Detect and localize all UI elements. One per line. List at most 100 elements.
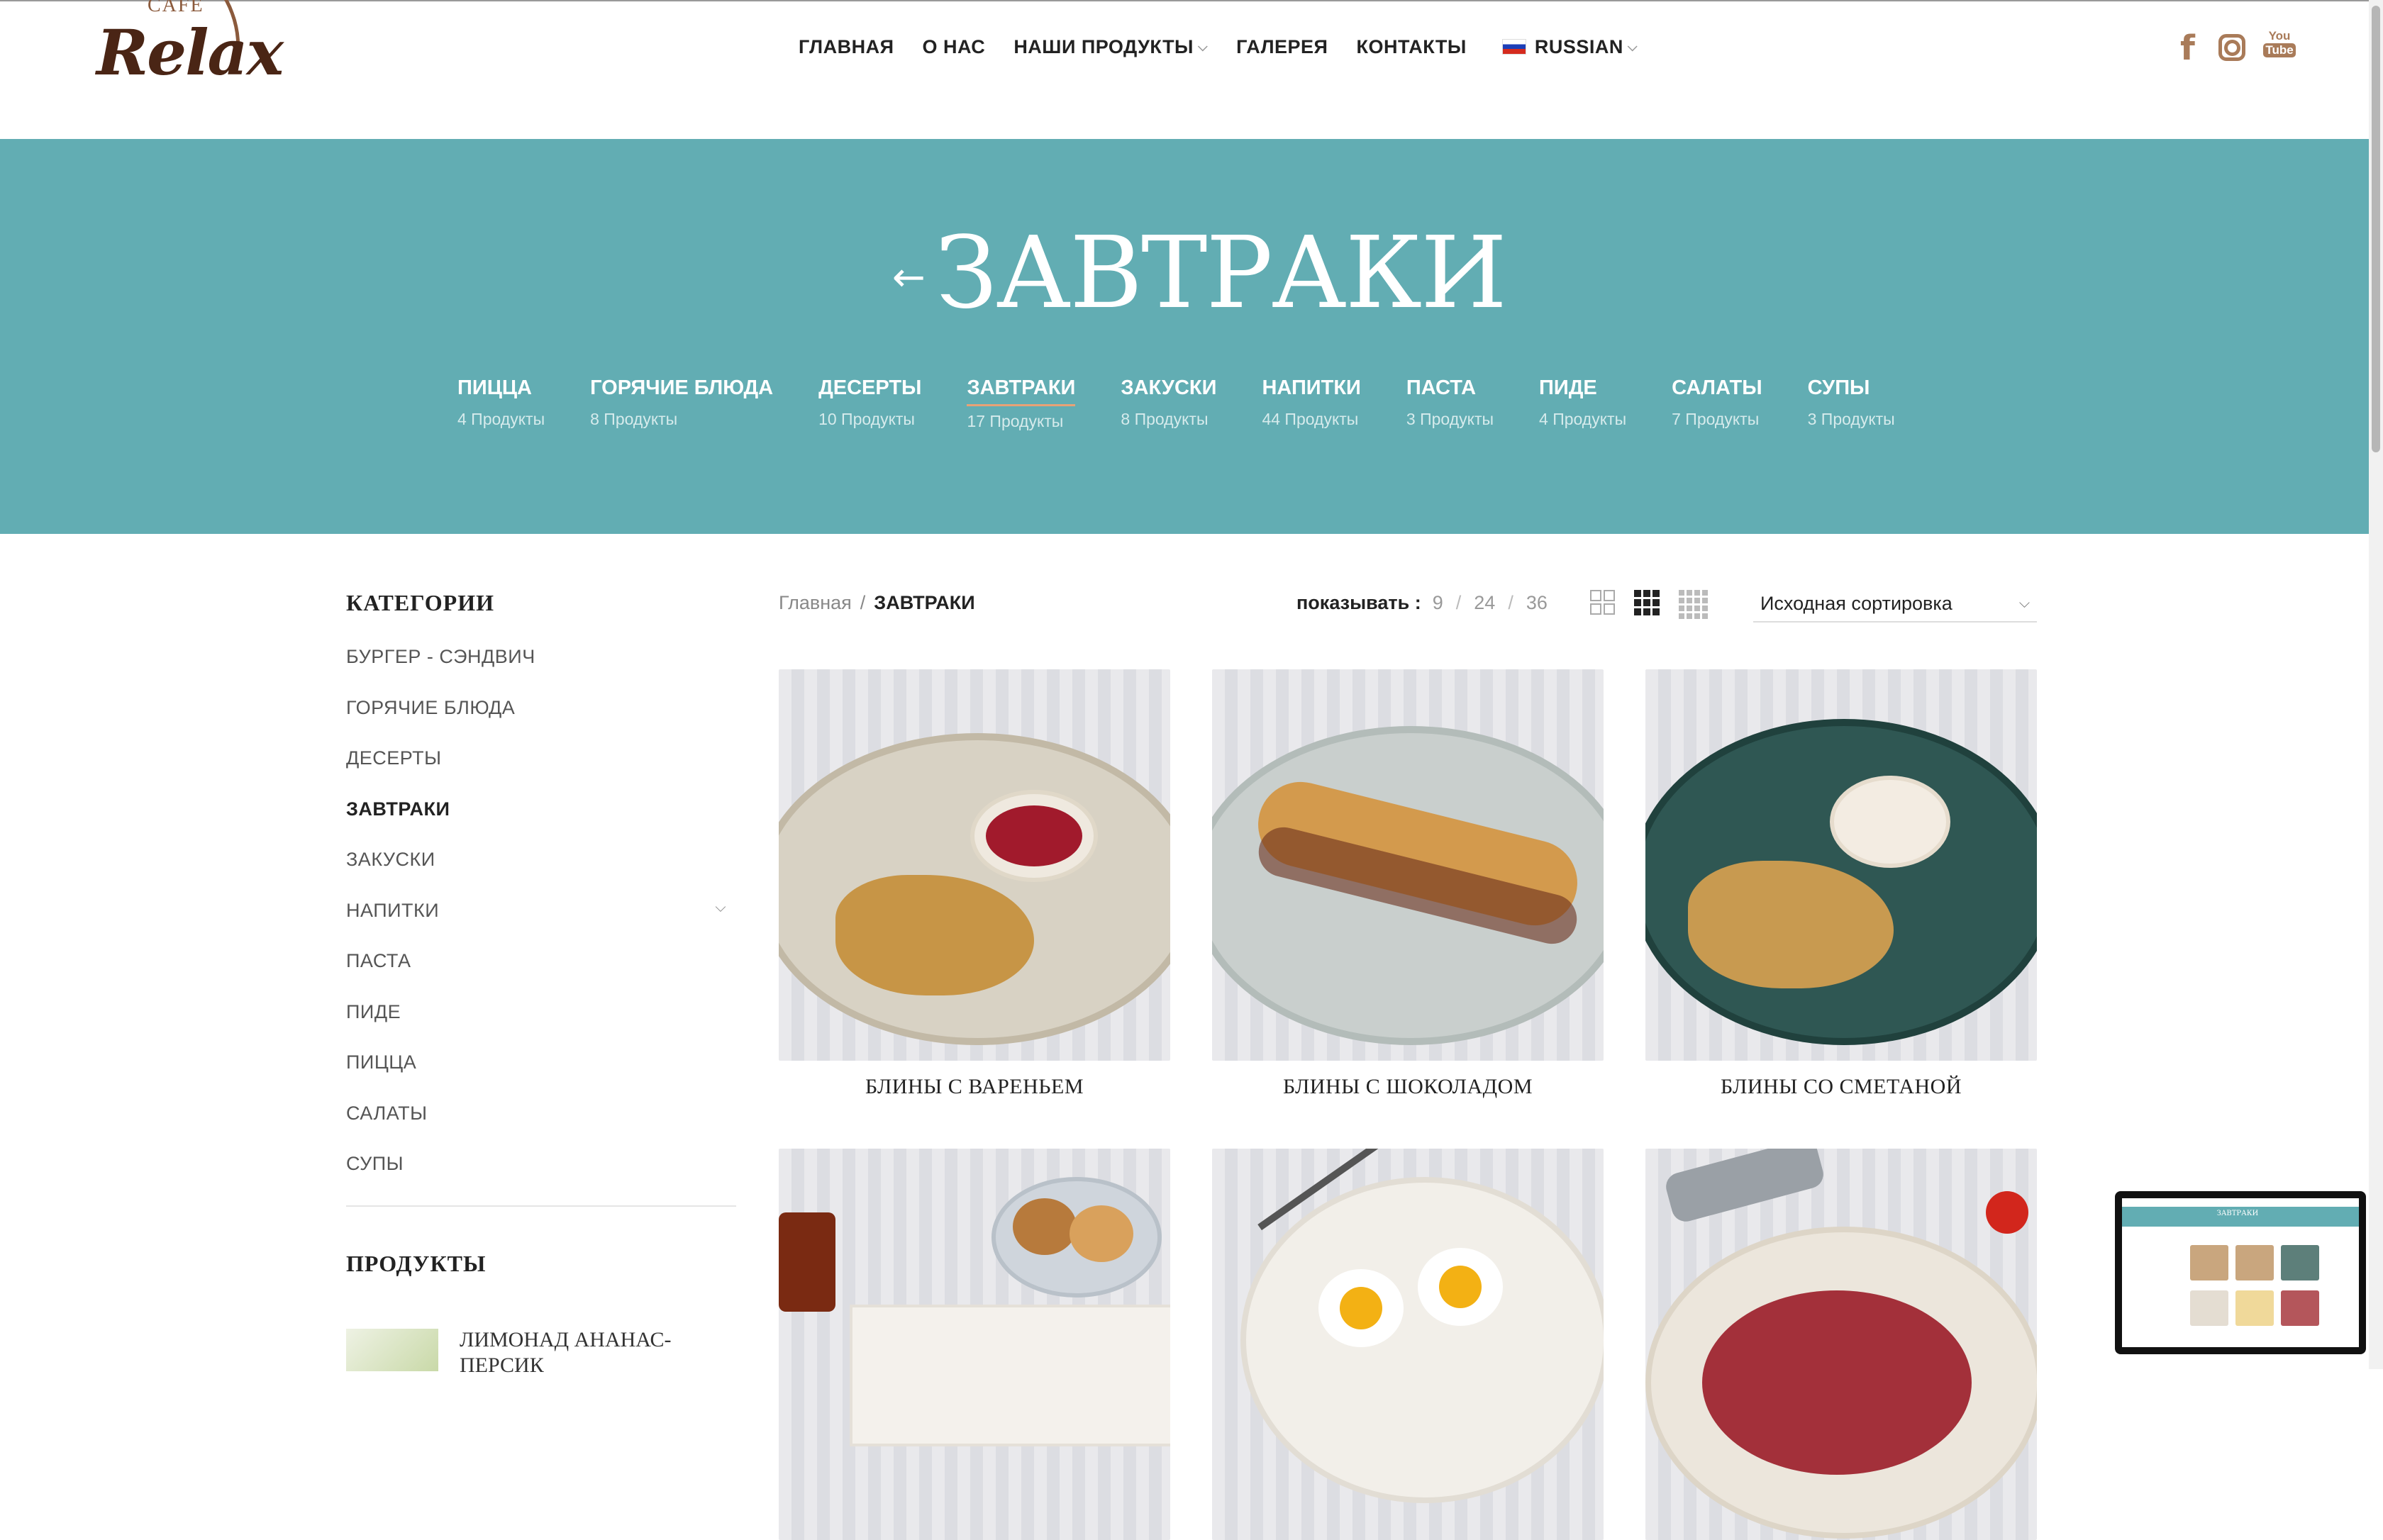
instagram-icon[interactable] (2218, 34, 2245, 61)
sidebar-item-soups[interactable]: СУПЫ (346, 1153, 736, 1204)
nav-contacts[interactable]: КОНТАКТЫ (1356, 36, 1466, 58)
product-card[interactable] (779, 1149, 1170, 1540)
sidebar-item-drinks[interactable]: НАПИТКИ ⌵ (346, 900, 736, 951)
plate-shape (1240, 1177, 1604, 1503)
page-scrollbar[interactable] (2369, 0, 2383, 1369)
page-hero: ← ЗАВТРАКИ ПИЦЦА 4 Продукты ГОРЯЧИЕ БЛЮДА… (0, 139, 2369, 534)
product-card[interactable]: БЛИНЫ С ШОКОЛАДОМ (1212, 669, 1604, 1099)
preview-product (2190, 1290, 2228, 1326)
sidebar-divider (346, 1205, 736, 1207)
logo-cafe-text: CAFE (148, 0, 204, 16)
nav-home-label: ГЛАВНАЯ (799, 35, 894, 57)
chevron-down-icon: ⌵ (1198, 39, 1209, 54)
scrollbar-thumb[interactable] (2372, 6, 2380, 452)
chevron-down-icon: ⌵ (2018, 595, 2030, 611)
category-tab-soups[interactable]: СУПЫ 3 Продукты (1808, 376, 1895, 431)
nav-home[interactable]: ГЛАВНАЯ (799, 36, 894, 58)
youtube-icon-top: You (2268, 29, 2291, 43)
cafe-relax-logo[interactable]: CAFE Relax (96, 0, 284, 113)
category-tab-hot-dishes[interactable]: ГОРЯЧИЕ БЛЮДА 8 Продукты (590, 376, 773, 431)
breadcrumb-home[interactable]: Главная (779, 592, 852, 614)
preview-product (2235, 1290, 2274, 1326)
youtube-icon-bottom: Tube (2263, 43, 2296, 57)
sidebar-item-burger[interactable]: БУРГЕР - СЭНДВИЧ (346, 646, 736, 697)
product-image[interactable] (1212, 669, 1604, 1061)
per-page-option[interactable]: 24 (1474, 592, 1495, 614)
category-tab-name: НАПИТКИ (1262, 376, 1361, 399)
category-tab-name: ЗАВТРАКИ (967, 376, 1076, 406)
product-thumbnail[interactable] (346, 1329, 438, 1371)
category-tab-salads[interactable]: САЛАТЫ 7 Продукты (1672, 376, 1762, 431)
sidebar-item-pasta[interactable]: ПАСТА (346, 950, 736, 1001)
product-title[interactable]: БЛИНЫ С ВАРЕНЬЕМ (779, 1075, 1170, 1099)
nav-gallery[interactable]: ГАЛЕРЕЯ (1236, 36, 1328, 58)
product-title[interactable]: БЛИНЫ С ШОКОЛАДОМ (1212, 1075, 1604, 1099)
sidebar-item-salads[interactable]: САЛАТЫ (346, 1103, 736, 1154)
sidebar-item-label: ПИЦЦА (346, 1051, 417, 1073)
preview-screen: ЗАВТРАКИ (2122, 1198, 2359, 1347)
category-tab-breakfast[interactable]: ЗАВТРАКИ 17 Продукты (967, 376, 1076, 431)
category-tab-pizza[interactable]: ПИЦЦА 4 Продукты (457, 376, 545, 431)
chevron-down-icon[interactable]: ⌵ (715, 900, 726, 916)
sidebar-item-pide[interactable]: ПИДЕ (346, 1001, 736, 1052)
breadcrumb-current: ЗАВТРАКИ (874, 592, 975, 613)
sidebar-item-label: ПИДЕ (346, 1000, 401, 1022)
grid-2-columns-icon[interactable] (1590, 590, 1615, 615)
product-card[interactable]: БЛИНЫ С ВАРЕНЬЕМ (779, 669, 1170, 1099)
nav-about-label: О НАС (922, 35, 986, 57)
category-tab-name: ПАСТА (1406, 376, 1477, 399)
category-tab-snacks[interactable]: ЗАКУСКИ 8 Продукты (1121, 376, 1216, 431)
nav-products[interactable]: НАШИ ПРОДУКТЫ ⌵ (1013, 36, 1208, 58)
grid-3-columns-icon[interactable] (1634, 590, 1660, 615)
sidebar-item-snacks[interactable]: ЗАКУСКИ (346, 849, 736, 900)
page-preview-thumbnail[interactable]: ЗАВТРАКИ (2115, 1191, 2366, 1354)
category-tab-drinks[interactable]: НАПИТКИ 44 Продукты (1262, 376, 1360, 431)
product-image[interactable] (779, 669, 1170, 1061)
sidebar-item-hot-dishes[interactable]: ГОРЯЧИЕ БЛЮДА (346, 697, 736, 748)
main-nav: ГЛАВНАЯ О НАС НАШИ ПРОДУКТЫ ⌵ ГАЛЕРЕЯ КОН… (799, 33, 1666, 61)
product-card[interactable] (1212, 1149, 1604, 1540)
bread-shape (1013, 1198, 1077, 1255)
sidebar-item-label: ЗАКУСКИ (346, 849, 435, 870)
sidebar-item-breakfast[interactable]: ЗАВТРАКИ (346, 798, 736, 849)
language-switcher[interactable]: RUSSIAN ⌵ (1495, 36, 1638, 58)
grid-4-columns-icon[interactable] (1679, 590, 1708, 619)
category-tab-desserts[interactable]: ДЕСЕРТЫ 10 Продукты (818, 376, 921, 431)
per-page-option[interactable]: 9 (1433, 592, 1443, 614)
preview-product (2235, 1245, 2274, 1280)
russia-flag-icon (1501, 39, 1526, 55)
per-page-separator: / (1455, 592, 1462, 613)
sort-select[interactable]: Исходная сортировка ⌵ (1753, 586, 2037, 623)
product-image[interactable] (1645, 669, 2037, 1061)
logo-relax-text: Relax (96, 16, 284, 89)
nav-about[interactable]: О НАС (922, 36, 985, 58)
category-tab-count: 8 Продукты (590, 410, 678, 428)
product-card[interactable]: БЛИНЫ СО СМЕТАНОЙ (1645, 669, 2037, 1099)
sort-select-value: Исходная сортировка (1760, 592, 1952, 614)
back-arrow-icon[interactable]: ← (892, 255, 926, 301)
category-tab-count: 7 Продукты (1672, 410, 1760, 428)
facebook-icon[interactable]: f (2180, 28, 2195, 68)
sidebar-item-desserts[interactable]: ДЕСЕРТЫ (346, 747, 736, 798)
youtube-icon[interactable]: You Tube (2263, 26, 2296, 61)
product-preview-name[interactable]: ЛИМОНАД АНАНАС-ПЕРСИК (460, 1327, 694, 1378)
product-image[interactable] (1212, 1149, 1604, 1540)
category-tab-pide[interactable]: ПИДЕ 4 Продукты (1539, 376, 1626, 431)
sidebar-item-pizza[interactable]: ПИЦЦА (346, 1051, 736, 1103)
category-tab-pasta[interactable]: ПАСТА 3 Продукты (1406, 376, 1494, 431)
category-tab-name: ЗАКУСКИ (1121, 376, 1217, 399)
sidebar-item-label: ДЕСЕРТЫ (346, 747, 442, 769)
product-image[interactable] (1645, 1149, 2037, 1540)
product-title[interactable]: БЛИНЫ СО СМЕТАНОЙ (1645, 1075, 2037, 1099)
product-image[interactable] (779, 1149, 1170, 1540)
category-tab-count: 3 Продукты (1406, 410, 1494, 428)
product-card[interactable] (1645, 1149, 2037, 1540)
breadcrumb: Главная / ЗАВТРАКИ (779, 592, 975, 614)
page-title: ← ЗАВТРАКИ (892, 224, 1507, 323)
nav-contacts-label: КОНТАКТЫ (1356, 35, 1467, 57)
products-heading: ПРОДУКТЫ (346, 1250, 487, 1276)
nav-products-label: НАШИ ПРОДУКТЫ (1013, 35, 1194, 57)
sidebar-item-label: БУРГЕР - СЭНДВИЧ (346, 646, 535, 667)
category-tab-count: 17 Продукты (967, 412, 1064, 430)
per-page-option[interactable]: 36 (1526, 592, 1548, 614)
